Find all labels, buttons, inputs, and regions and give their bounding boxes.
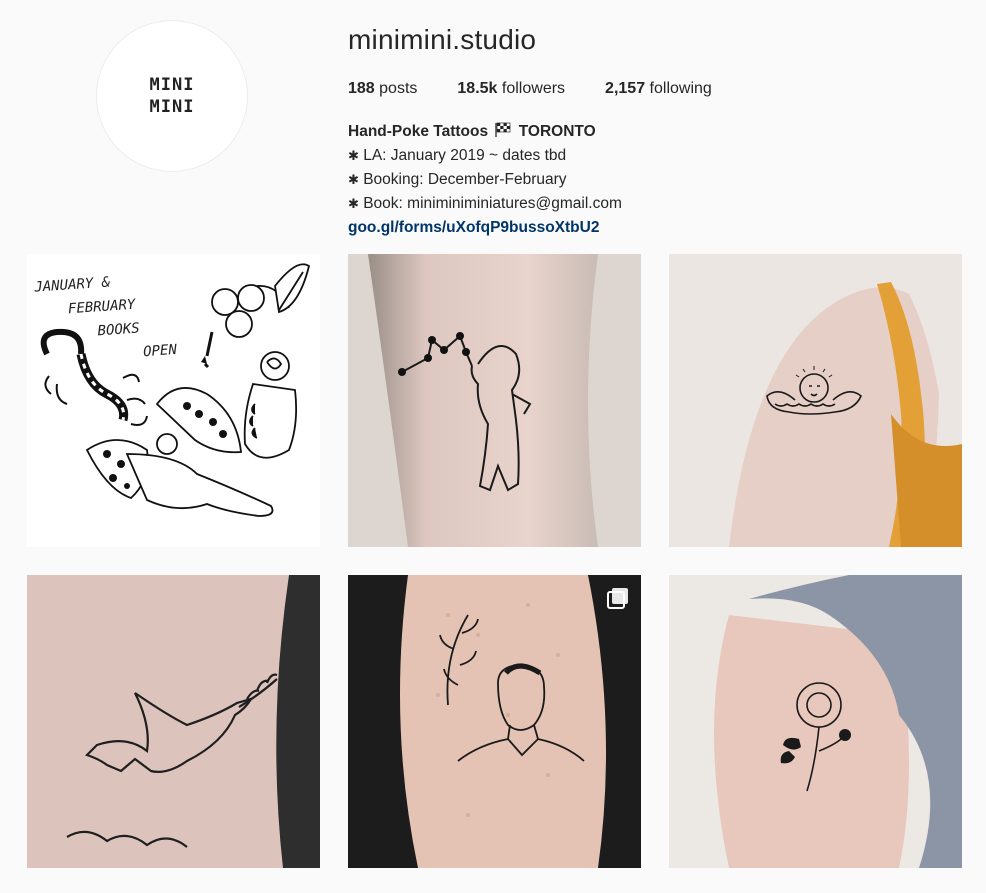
flash-lettering-4: OPEN: [143, 342, 178, 360]
post-flower-tattoo[interactable]: [669, 575, 962, 868]
bio-line-email: ✱ Book: miniminiminiatures@gmail.com: [348, 192, 622, 216]
asterisk-icon: ✱: [348, 172, 359, 187]
bio-external-link[interactable]: goo.gl/forms/uXofqP9bussoXtbU2: [348, 219, 599, 236]
bio-line-email-text: Book: miniminiminiatures@gmail.com: [363, 195, 622, 212]
followers-stat[interactable]: 18.5k followers: [457, 80, 565, 98]
carousel-icon: [607, 588, 628, 609]
profile-bio: Hand-Poke Tattoos TORONTO ✱ LA: January …: [348, 120, 622, 240]
post-portrait-tattoo[interactable]: [348, 575, 641, 868]
cherub-tattoo-image: [669, 254, 962, 547]
flower-tattoo-image: [669, 575, 962, 868]
followers-count: 18.5k: [457, 80, 498, 97]
flash-sheet-image: JANUARY & FEBRUARY BOOKS OPEN: [27, 254, 320, 547]
bio-city: TORONTO: [518, 123, 596, 140]
posts-label: posts: [379, 80, 418, 97]
profile-stats: 188 posts 18.5k followers 2,157 followin…: [348, 80, 752, 98]
post-cherub-tattoo[interactable]: [669, 254, 962, 547]
following-count: 2,157: [605, 80, 646, 97]
bio-line-booking: ✱ Booking: December-February: [348, 168, 622, 192]
bio-line-la: ✱ LA: January 2019 ~ dates tbd: [348, 144, 622, 168]
posts-count: 188: [348, 80, 375, 97]
avatar-text-line-1: MINI: [149, 75, 195, 95]
post-constellation-tattoo[interactable]: [348, 254, 641, 547]
bio-name: Hand-Poke Tattoos: [348, 123, 489, 140]
post-flash-sheet[interactable]: JANUARY & FEBRUARY BOOKS OPEN: [27, 254, 320, 547]
portrait-tattoo-image: [348, 575, 641, 868]
chequered-flag-icon: [495, 122, 511, 137]
post-dove-tattoo[interactable]: [27, 575, 320, 868]
avatar-text-line-2: MINI: [149, 97, 195, 117]
posts-stat: 188 posts: [348, 80, 417, 98]
profile-avatar[interactable]: MINI MINI: [96, 20, 248, 172]
flash-lettering-3: BOOKS: [97, 320, 140, 339]
bio-line-booking-text: Booking: December-February: [363, 171, 567, 188]
constellation-tattoo-image: [348, 254, 641, 547]
following-stat[interactable]: 2,157 following: [605, 80, 712, 98]
posts-grid: JANUARY & FEBRUARY BOOKS OPEN: [27, 254, 962, 868]
followers-label: followers: [501, 80, 566, 97]
following-label: following: [649, 80, 712, 97]
bio-line-la-text: LA: January 2019 ~ dates tbd: [363, 147, 567, 164]
asterisk-icon: ✱: [348, 196, 359, 211]
dove-tattoo-image: [27, 575, 320, 868]
bio-title-line: Hand-Poke Tattoos TORONTO: [348, 120, 622, 144]
asterisk-icon: ✱: [348, 148, 359, 163]
profile-username: minimini.studio: [348, 24, 537, 55]
